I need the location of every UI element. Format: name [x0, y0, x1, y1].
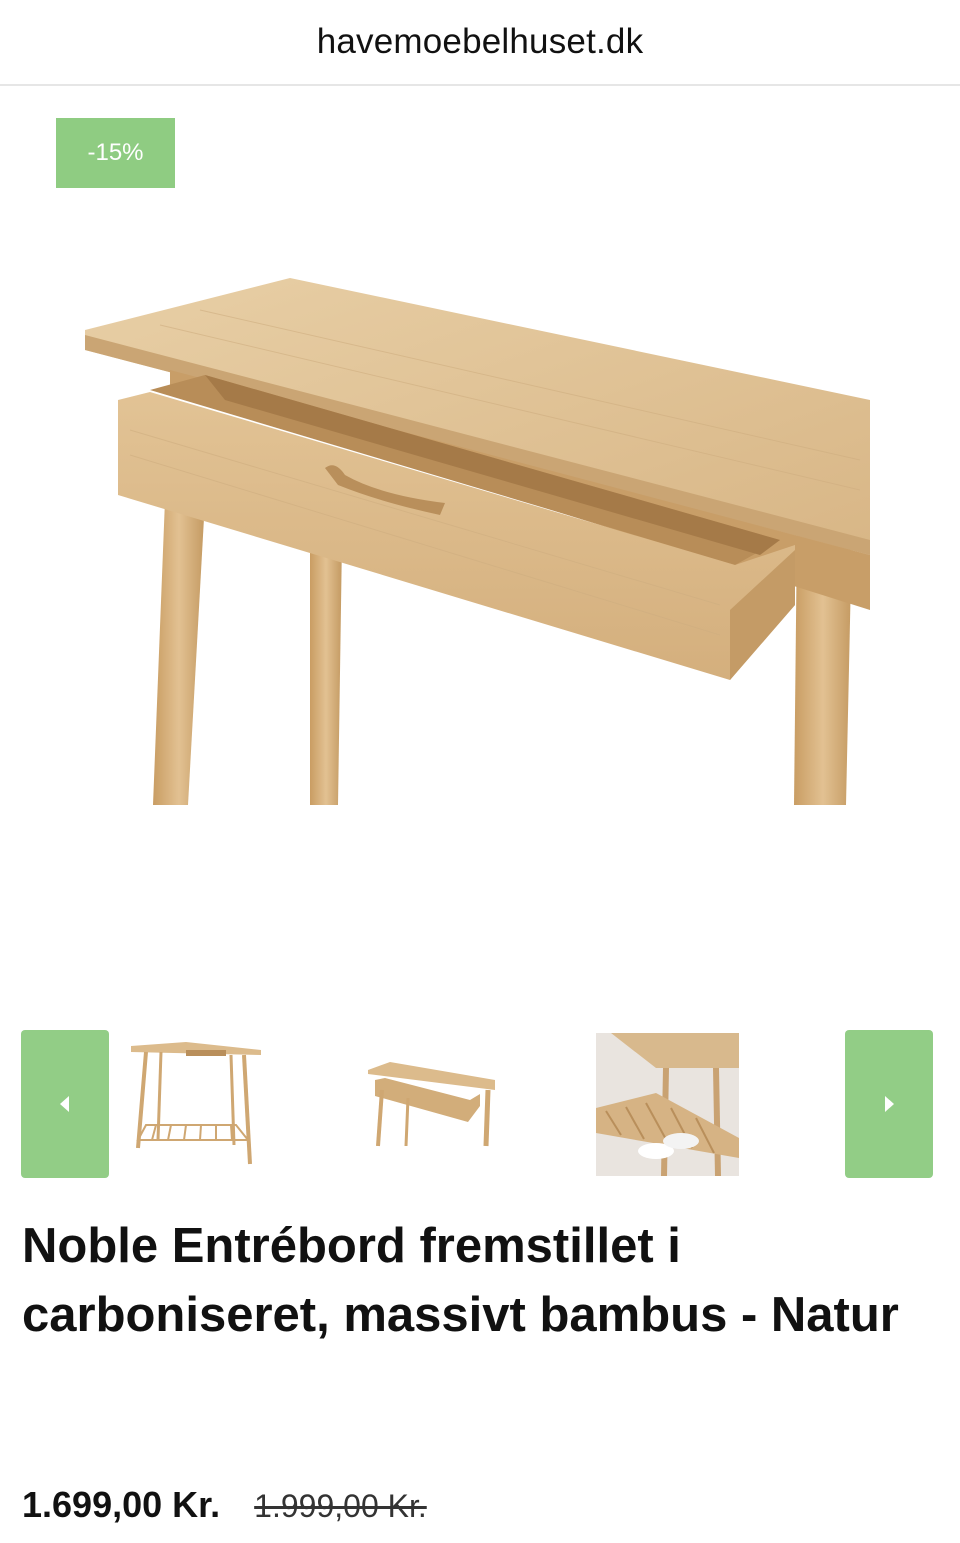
carousel-next-button[interactable] [845, 1030, 933, 1178]
product-main-image[interactable] [0, 210, 960, 990]
thumbnail-1[interactable] [126, 1030, 266, 1178]
price-row: 1.699,00 Kr. 1.999,00 Kr. [22, 1484, 427, 1534]
site-url[interactable]: havemoebelhuset.dk [317, 22, 644, 62]
original-price: 1.999,00 Kr. [254, 1488, 427, 1524]
chevron-left-icon [60, 1096, 69, 1112]
thumbnail-carousel [0, 1030, 960, 1180]
current-price: 1.699,00 Kr. [22, 1484, 221, 1525]
thumbnail-2[interactable] [360, 1030, 505, 1178]
discount-badge: -15% [56, 118, 175, 188]
carousel-prev-button[interactable] [21, 1030, 109, 1178]
chevron-right-icon [885, 1096, 894, 1112]
product-title: Noble Entrébord fremstillet i carboniser… [22, 1219, 899, 1342]
browser-address-bar[interactable]: havemoebelhuset.dk [0, 0, 960, 86]
thumbnail-3[interactable] [596, 1033, 739, 1176]
